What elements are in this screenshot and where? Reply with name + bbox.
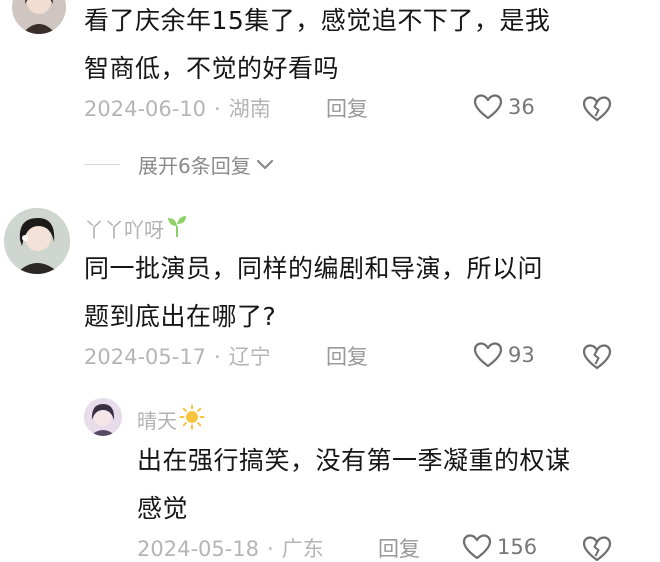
username-text: 晴天 <box>137 408 177 433</box>
username-text: 丫丫吖呀 <box>84 217 164 242</box>
expand-label: 展开6条回复 <box>138 154 251 178</box>
heart-icon <box>473 341 503 369</box>
reply-button[interactable]: 回复 <box>326 343 368 371</box>
like-count: 156 <box>497 535 538 559</box>
comment-username[interactable]: 丫丫吖呀 <box>84 214 188 245</box>
reply-text-line: 感觉 <box>137 494 189 523</box>
reply-location: 广东 <box>281 537 324 561</box>
broken-heart-icon <box>582 535 612 562</box>
reply-button[interactable]: 回复 <box>378 535 420 562</box>
comment-text: 看了庆余年15集了，感觉追不下了，是我 智商低，不觉的好看吗 <box>84 2 644 88</box>
reply-text-line: 出在强行搞笑，没有第一季凝重的权谋 <box>137 446 571 475</box>
chevron-down-icon <box>251 153 275 177</box>
dislike-button[interactable] <box>582 343 612 371</box>
comment-meta: 2024-06-10 · 湖南 <box>84 95 271 123</box>
like-button[interactable]: 36 <box>473 93 535 121</box>
comment-date: 2024-05-17 <box>84 345 207 369</box>
like-button[interactable]: 93 <box>473 341 535 369</box>
sprout-icon <box>166 214 188 245</box>
like-count: 93 <box>508 343 535 367</box>
comment-text: 同一批演员，同样的编剧和导演，所以问 题到底出在哪了? <box>84 250 644 336</box>
comment-date: 2024-06-10 <box>84 97 207 121</box>
avatar[interactable] <box>12 0 66 34</box>
heart-icon <box>473 93 503 121</box>
comment-text-line: 看了庆余年15集了，感觉追不下了，是我 <box>84 6 551 35</box>
avatar[interactable] <box>84 398 122 436</box>
dislike-button[interactable] <box>582 535 612 562</box>
reply-text: 出在强行搞笑，没有第一季凝重的权谋 感觉 <box>137 442 647 528</box>
comment-text-line: 题到底出在哪了? <box>84 302 277 331</box>
comment-list: 看了庆余年15集了，感觉追不下了，是我 智商低，不觉的好看吗 2024-06-1… <box>0 0 660 562</box>
separator: · <box>214 345 221 369</box>
comment-meta: 2024-05-17 · 辽宁 <box>84 343 271 371</box>
comment-text-line: 同一批演员，同样的编剧和导演，所以问 <box>84 254 544 283</box>
reply-meta: 2024-05-18 · 广东 <box>137 535 324 562</box>
separator: · <box>214 97 221 121</box>
comment-location: 辽宁 <box>228 345 271 369</box>
like-button[interactable]: 156 <box>462 533 537 561</box>
comment-text-line: 智商低，不觉的好看吗 <box>84 54 340 83</box>
broken-heart-icon <box>582 343 612 371</box>
broken-heart-icon <box>582 95 612 123</box>
divider <box>84 164 120 165</box>
reply-button[interactable]: 回复 <box>326 95 368 123</box>
reply-username[interactable]: 晴天 <box>137 404 205 437</box>
comment-location: 湖南 <box>228 97 271 121</box>
expand-replies-button[interactable]: 展开6条回复 <box>84 150 275 179</box>
like-count: 36 <box>508 95 535 119</box>
dislike-button[interactable] <box>582 95 612 123</box>
avatar[interactable] <box>4 208 70 274</box>
heart-icon <box>462 533 492 561</box>
sun-icon <box>179 404 205 437</box>
reply-date: 2024-05-18 <box>137 537 260 561</box>
separator: · <box>267 537 274 561</box>
